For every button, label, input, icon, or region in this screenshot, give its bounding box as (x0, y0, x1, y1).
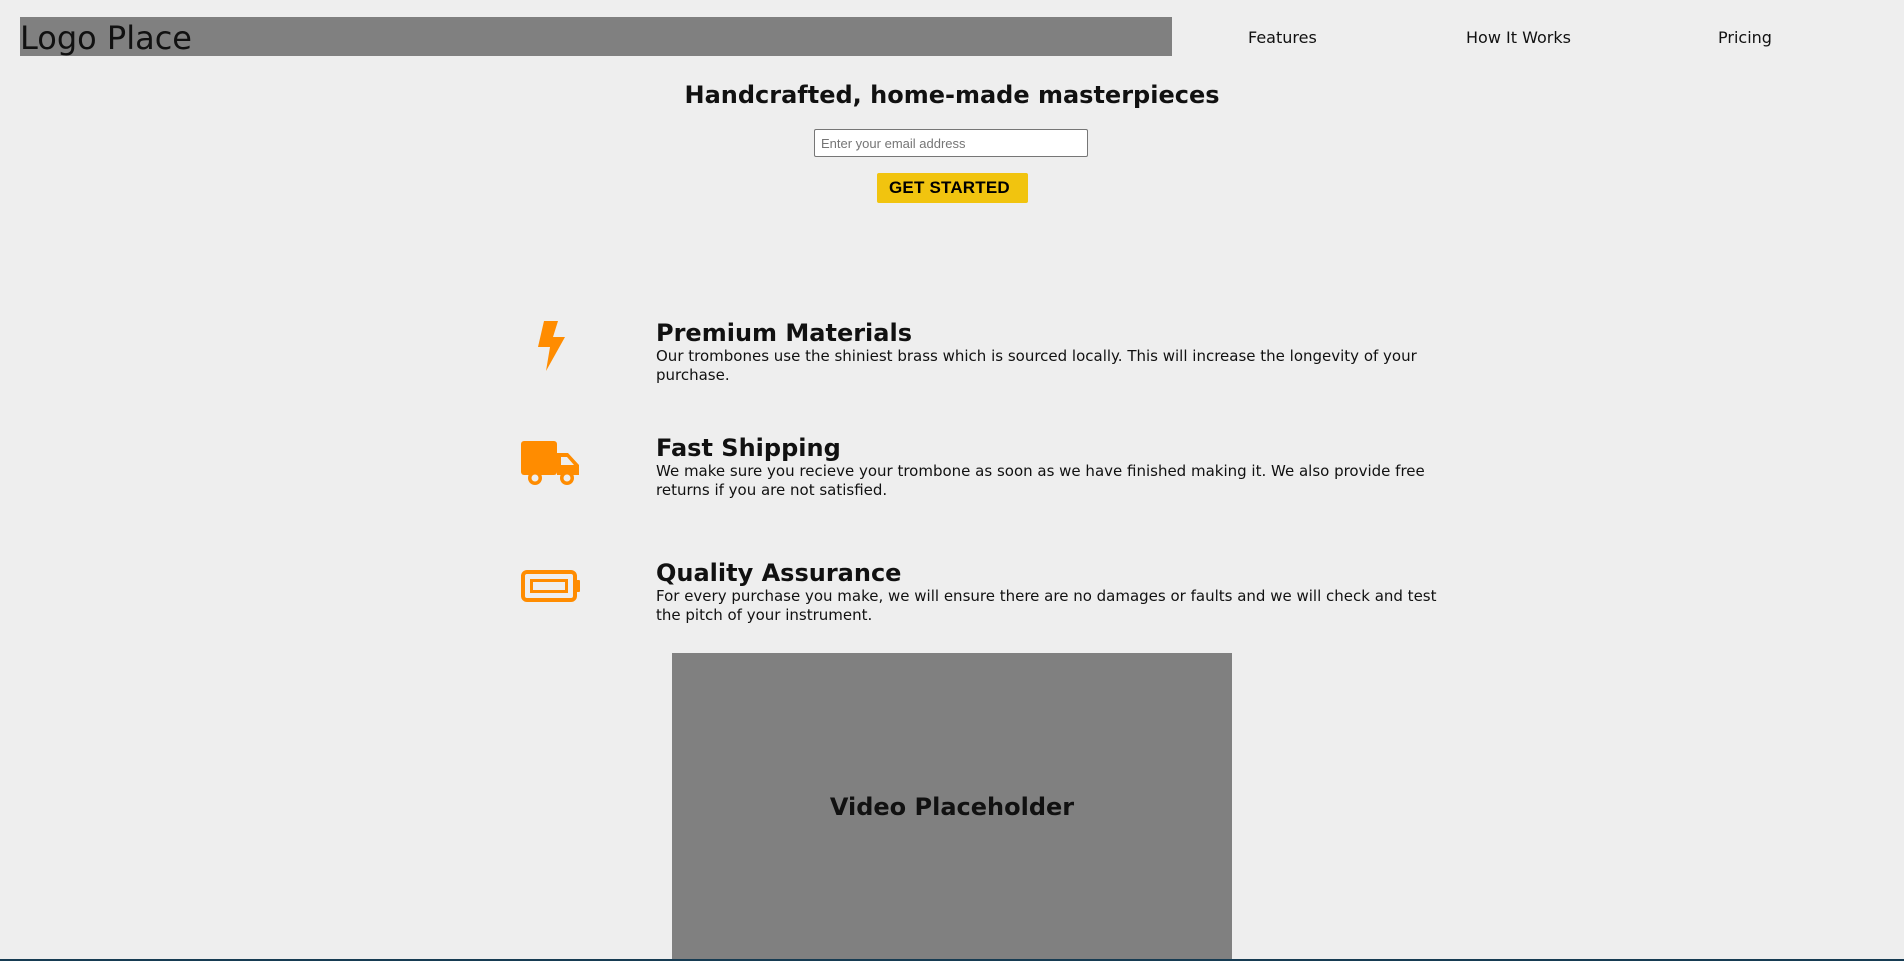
feature-title: Fast Shipping (656, 434, 841, 462)
feature-fast-shipping: Fast Shipping We make sure you recieve y… (0, 428, 1904, 518)
battery-icon (521, 556, 581, 616)
feature-description: For every purchase you make, we will ens… (656, 587, 1437, 624)
main-nav: Features How It Works Pricing (1172, 26, 1904, 50)
email-input[interactable] (814, 129, 1088, 157)
video-placeholder-label: Video Placeholder (829, 793, 1075, 821)
logo-bar: Logo Place (20, 17, 1172, 56)
get-started-button[interactable]: GET STARTED (877, 173, 1028, 203)
feature-description: Our trombones use the shiniest brass whi… (656, 347, 1417, 384)
feature-title: Quality Assurance (656, 559, 902, 587)
lightning-icon (521, 316, 581, 376)
nav-link-features[interactable]: Features (1248, 26, 1317, 50)
nav-link-pricing[interactable]: Pricing (1718, 26, 1772, 50)
feature-premium-materials: Premium Materials Our trombones use the … (0, 313, 1904, 403)
site-logo[interactable]: Logo Place (20, 22, 192, 54)
feature-title: Premium Materials (656, 319, 912, 347)
video-placeholder[interactable]: Video Placeholder (672, 653, 1232, 961)
feature-description: We make sure you recieve your trombone a… (656, 462, 1425, 499)
feature-quality-assurance: Quality Assurance For every purchase you… (0, 553, 1904, 643)
nav-link-how-it-works[interactable]: How It Works (1466, 26, 1571, 50)
hero-title: Handcrafted, home-made masterpieces (684, 81, 1220, 109)
truck-icon (521, 434, 581, 494)
